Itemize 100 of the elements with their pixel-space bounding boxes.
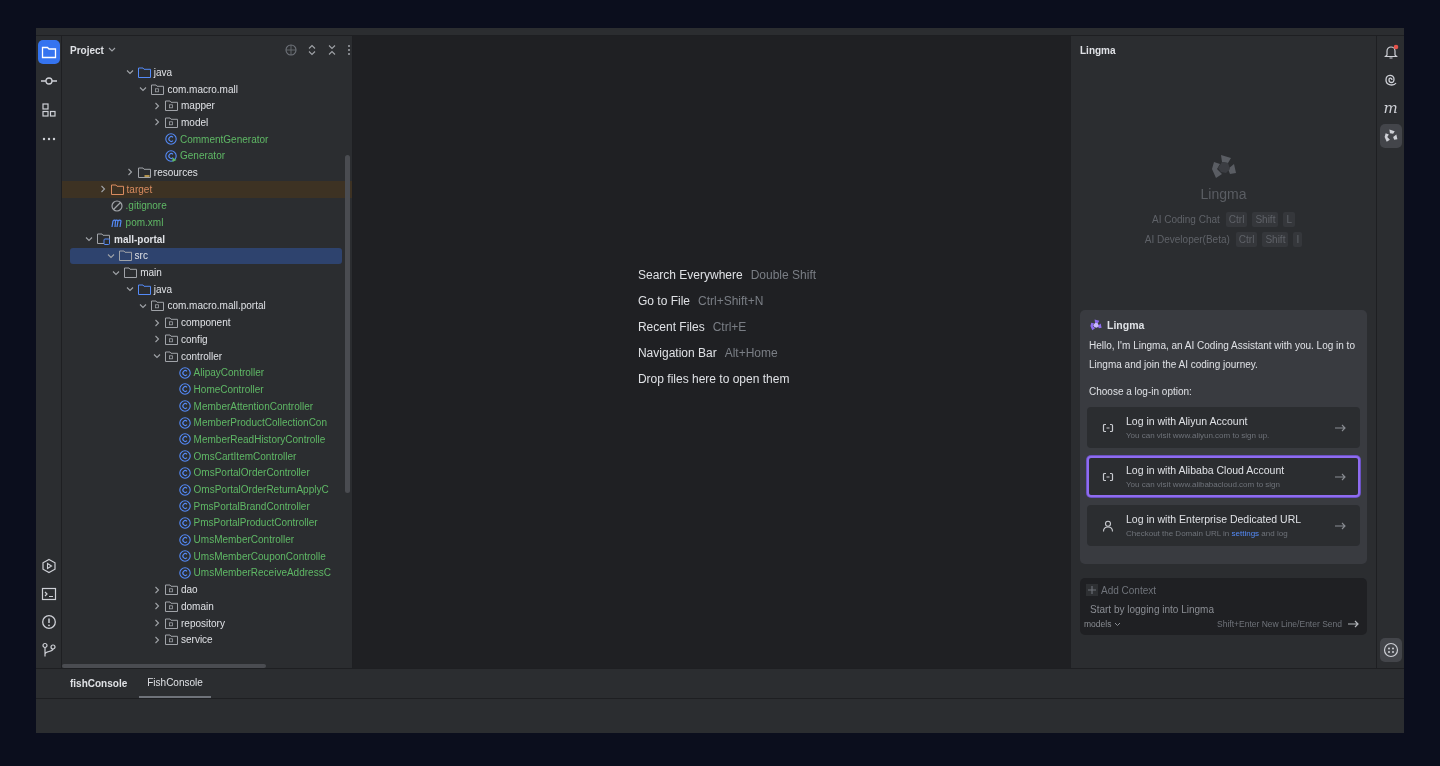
models-dropdown[interactable]: models [1084,619,1122,629]
tree-item[interactable]: MemberReadHistoryControlle [62,431,352,448]
tree-item[interactable]: OmsPortalOrderReturnApplyC [62,481,352,498]
collapse-all-icon[interactable] [327,44,337,56]
tree-item[interactable]: com.macro.mall.portal [62,297,352,315]
tree-item[interactable]: .gitignore [62,197,352,215]
tree-item[interactable]: target [62,180,352,198]
project-view-dropdown[interactable]: Project [70,44,116,56]
tree-item[interactable]: src [70,247,342,265]
tree-item[interactable]: pom.xml [62,214,352,231]
vertical-scrollbar[interactable] [345,155,350,493]
class-icon [178,550,191,563]
lingma-logo-icon [1089,318,1103,332]
class-icon [165,149,177,162]
chat-input-field[interactable]: Start by logging into Lingma [1090,600,1359,615]
lingma-tool-button[interactable] [1379,124,1402,148]
emoji-tool-button[interactable] [1379,638,1402,662]
tree-item[interactable]: mall-portal [62,230,352,248]
chevron-down-icon[interactable] [153,352,161,361]
horizontal-scrollbar[interactable] [62,664,266,668]
tree-item[interactable]: PmsPortalBrandController [62,497,352,515]
chevron-down-icon[interactable] [85,235,93,244]
link-icon [1102,422,1114,433]
emoji-icon [1382,642,1399,658]
tree-item[interactable]: dao [62,581,352,598]
console-tab[interactable]: FishConsole [139,669,211,698]
option-title: Log in with Aliyun Account [1126,415,1249,427]
card-title: Lingma [1107,319,1145,331]
hint-shortcut: Alt+Home [724,346,778,360]
bell-icon [1382,44,1399,60]
tree-item[interactable]: main [62,264,352,281]
folder-icon [118,250,132,262]
chevron-right-icon[interactable] [125,168,134,177]
structure-icon [40,102,57,118]
lingma-logo-icon [1382,128,1399,144]
tree-item[interactable]: PmsPortalProductController [62,514,352,532]
send-arrow-icon[interactable] [1348,620,1359,628]
chevron-down-icon [107,47,116,53]
package-icon [165,584,178,596]
class-icon [178,366,191,379]
class-icon [165,133,177,146]
problems-icon [40,614,57,630]
hint-shortcut: Ctrl+Shift+N [698,294,764,308]
link-icon [1102,471,1114,482]
tree-item[interactable]: resources [62,164,352,181]
package-icon [165,317,178,329]
settings-link[interactable]: settings [1231,529,1260,538]
tree-item[interactable]: UmsMemberReceiveAddressC [62,564,352,582]
tree-item[interactable]: HomeController [62,381,352,398]
folder-icon [137,283,151,295]
package-icon [165,116,178,128]
locate-icon[interactable] [285,44,297,56]
tree-item[interactable]: MemberAttentionController [62,397,352,415]
tree-item[interactable]: com.macro.mall [62,80,352,98]
tree-item[interactable]: service [62,631,352,649]
tree-item[interactable]: Generator [62,147,352,165]
tree-item[interactable]: java [62,280,352,298]
options-icon[interactable] [347,44,351,56]
package-icon [165,600,178,612]
folder-icon [137,166,151,178]
add-context-button[interactable]: Add Context [1086,584,1359,596]
tool-window-title: fishConsole [70,677,128,691]
tree-item[interactable]: CommentGenerator [62,130,352,148]
shortcut-label: AI Developer(Beta) [1144,234,1230,245]
expand-all-icon[interactable] [307,44,317,56]
hint-action: Search Everywhere [637,268,743,282]
chevron-right-icon[interactable] [98,185,107,194]
tree-item[interactable]: repository [62,614,352,632]
services-icon [40,558,57,574]
tree-item[interactable]: java [62,64,352,81]
login-option[interactable]: Log in with Alibaba Cloud Account You can visit www.alibabacloud.com to sign [1087,456,1360,497]
arrow-right-icon [1335,472,1346,481]
hint-shortcut: Double Shift [750,268,817,282]
tree-item[interactable]: controller [62,347,352,365]
module-icon [97,233,111,246]
package-icon [165,333,178,345]
tree-item[interactable]: MemberProductCollectionCon [62,414,352,432]
tree-item[interactable]: component [62,314,352,331]
tree-item[interactable]: OmsPortalOrderController [62,464,352,482]
package-icon [165,634,178,646]
folder-icon [124,267,138,279]
tree-item[interactable]: model [62,114,352,131]
class-icon [178,416,191,429]
tree-item[interactable]: domain [62,598,352,615]
tree-item[interactable]: mapper [62,97,352,115]
tree-item[interactable]: UmsMemberCouponControlle [62,547,352,565]
arrow-right-icon [1335,423,1346,432]
project-tool-button[interactable] [37,40,60,64]
tree-item[interactable]: config [62,331,352,348]
welcome-message: Hello, I'm Lingma, an AI Coding Assistant with you. Log in to Lingma and join the AI coding journey. [1089,339,1356,372]
send-hint: Shift+Enter New Line/Enter Send [1217,619,1342,629]
tree-item[interactable]: OmsCartItemController [62,447,352,465]
class-icon [178,516,191,529]
folder-icon [40,44,57,60]
tree-item[interactable]: UmsMemberController [62,531,352,548]
tree-item[interactable]: AlipayController [62,364,352,382]
chat-input[interactable]: Add Context Start by logging into Lingma models Shift+Enter New Line/Enter Send [1080,578,1367,635]
plus-icon [1086,584,1098,596]
hint-action: Recent Files [637,320,705,334]
class-icon [178,533,191,546]
